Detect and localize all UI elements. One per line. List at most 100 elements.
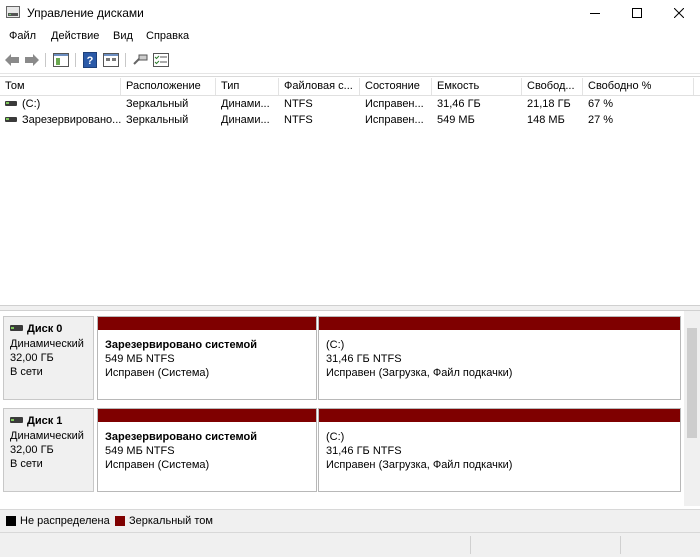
close-button[interactable]	[656, 0, 700, 26]
table-row[interactable]: (C:) Зеркальный Динами... NTFS Исправен.…	[0, 96, 700, 112]
cell-filesystem: NTFS	[284, 98, 313, 110]
status-bar	[0, 532, 700, 557]
menu-bar: Файл Действие Вид Справка	[0, 26, 700, 46]
disk-1-size: 32,00 ГБ	[10, 444, 54, 456]
toolbar-separator	[125, 53, 126, 67]
disk-0-row: Диск 0 Динамический 32,00 ГБ В сети Заре…	[0, 311, 682, 402]
column-header-type[interactable]: Тип	[216, 78, 279, 95]
partition-body: (C:) 31,46 ГБ NTFS Исправен (Загрузка, Ф…	[323, 426, 676, 487]
disk-0-type: Динамический	[10, 338, 84, 350]
column-header-volume[interactable]: Том	[0, 78, 121, 95]
cell-free-percent: 27 %	[588, 114, 614, 126]
menu-view[interactable]: Вид	[113, 30, 133, 42]
minimize-icon	[590, 13, 600, 14]
help-icon: ?	[83, 52, 97, 68]
partition-body: Зарезервировано системой 549 МБ NTFS Исп…	[102, 334, 312, 395]
column-header-layout[interactable]: Расположение	[121, 78, 216, 95]
partition-status: Исправен (Система)	[105, 459, 210, 471]
cell-type: Динами...	[221, 98, 270, 110]
partition-size: 549 МБ NTFS	[105, 445, 175, 457]
disk-0-info[interactable]: Диск 0 Динамический 32,00 ГБ В сети	[3, 316, 94, 400]
disk-0-label: Диск 0	[10, 323, 62, 335]
disk-1-info[interactable]: Диск 1 Динамический 32,00 ГБ В сети	[3, 408, 94, 492]
disk-1-type: Динамический	[10, 430, 84, 442]
cell-capacity: 549 МБ	[437, 114, 475, 126]
cell-filesystem: NTFS	[284, 114, 313, 126]
legend: Не распределена Зеркальный том	[0, 509, 700, 532]
arrow-right-icon	[25, 54, 39, 66]
mirrored-volume-bar	[319, 409, 680, 422]
back-button[interactable]	[3, 51, 21, 69]
help-button[interactable]: ?	[81, 51, 99, 69]
partition-title: (C:)	[326, 339, 345, 351]
cell-free-percent: 67 %	[588, 98, 614, 110]
partition-size: 31,46 ГБ NTFS	[326, 353, 402, 365]
partition-body: Зарезервировано системой 549 МБ NTFS Исп…	[102, 426, 312, 487]
partition-size: 549 МБ NTFS	[105, 353, 175, 365]
partition-c-disk-0[interactable]: (C:) 31,46 ГБ NTFS Исправен (Загрузка, Ф…	[318, 316, 681, 400]
cell-volume: (C:)	[22, 98, 41, 110]
disk-link-icon	[133, 54, 148, 65]
menu-help[interactable]: Справка	[146, 30, 189, 42]
menu-file[interactable]: Файл	[9, 30, 36, 42]
minimize-button[interactable]	[572, 0, 618, 26]
volume-list: Том Расположение Тип Файловая с... Состо…	[0, 76, 700, 306]
vertical-scrollbar[interactable]	[684, 311, 700, 506]
disk-1-status: В сети	[10, 458, 43, 470]
partition-title: Зарезервировано системой	[105, 431, 257, 443]
disk-1-label: Диск 1	[10, 415, 62, 427]
partition-c-disk-1[interactable]: (C:) 31,46 ГБ NTFS Исправен (Загрузка, Ф…	[318, 408, 681, 492]
mirrored-swatch	[115, 516, 125, 526]
toolbar-separator	[45, 53, 46, 67]
mirrored-volume-bar	[319, 317, 680, 330]
checklist-icon	[153, 53, 169, 67]
disk-0-status: В сети	[10, 366, 43, 378]
properties-button[interactable]	[102, 51, 120, 69]
volume-icon	[5, 101, 17, 106]
scrollbar-thumb[interactable]	[687, 328, 697, 438]
cell-layout: Зеркальный	[126, 114, 189, 126]
svg-text:?: ?	[87, 55, 94, 67]
partition-reserved-disk-0[interactable]: Зарезервировано системой 549 МБ NTFS Исп…	[97, 316, 317, 400]
disk-0-name: Диск 0	[27, 323, 63, 335]
disk-icon	[10, 417, 23, 423]
unallocated-swatch	[6, 516, 16, 526]
column-header-status[interactable]: Состояние	[360, 78, 432, 95]
cell-capacity: 31,46 ГБ	[437, 98, 481, 110]
partition-title: Зарезервировано системой	[105, 339, 257, 351]
partition-status: Исправен (Система)	[105, 367, 210, 379]
menu-action[interactable]: Действие	[51, 30, 99, 42]
mirrored-volume-bar	[98, 409, 316, 422]
mirrored-volume-bar	[98, 317, 316, 330]
cell-type: Динами...	[221, 114, 270, 126]
console-tree-button[interactable]	[52, 51, 70, 69]
cell-volume: Зарезервировано...	[22, 114, 121, 126]
cell-free-space: 148 МБ	[527, 114, 565, 126]
disk-graphical-view: Диск 0 Динамический 32,00 ГБ В сети Заре…	[0, 311, 700, 506]
toolbar: ?	[0, 47, 700, 74]
title-bar: Управление дисками	[0, 0, 700, 26]
partition-title: (C:)	[326, 431, 345, 443]
maximize-button[interactable]	[614, 0, 660, 26]
column-header-filesystem[interactable]: Файловая с...	[279, 78, 360, 95]
forward-button[interactable]	[23, 51, 41, 69]
volume-icon	[5, 117, 17, 122]
cell-layout: Зеркальный	[126, 98, 189, 110]
legend-mirrored: Зеркальный том	[129, 515, 213, 527]
disk-1-row: Диск 1 Динамический 32,00 ГБ В сети Заре…	[0, 403, 682, 494]
arrow-left-icon	[5, 54, 19, 66]
partition-status: Исправен (Загрузка, Файл подкачки)	[326, 367, 513, 379]
partition-size: 31,46 ГБ NTFS	[326, 445, 402, 457]
column-header-capacity[interactable]: Емкость	[432, 78, 522, 95]
column-header-free-percent[interactable]: Свободно %	[583, 78, 694, 95]
cell-status: Исправен...	[365, 98, 424, 110]
partition-reserved-disk-1[interactable]: Зарезервировано системой 549 МБ NTFS Исп…	[97, 408, 317, 492]
cell-free-space: 21,18 ГБ	[527, 98, 571, 110]
toolbar-separator	[75, 53, 76, 67]
checklist-button[interactable]	[152, 51, 170, 69]
column-header-free-space[interactable]: Свобод...	[522, 78, 583, 95]
cell-status: Исправен...	[365, 114, 424, 126]
console-tree-icon	[53, 53, 69, 67]
connect-disk-button[interactable]	[131, 51, 149, 69]
table-row[interactable]: Зарезервировано... Зеркальный Динами... …	[0, 112, 700, 128]
